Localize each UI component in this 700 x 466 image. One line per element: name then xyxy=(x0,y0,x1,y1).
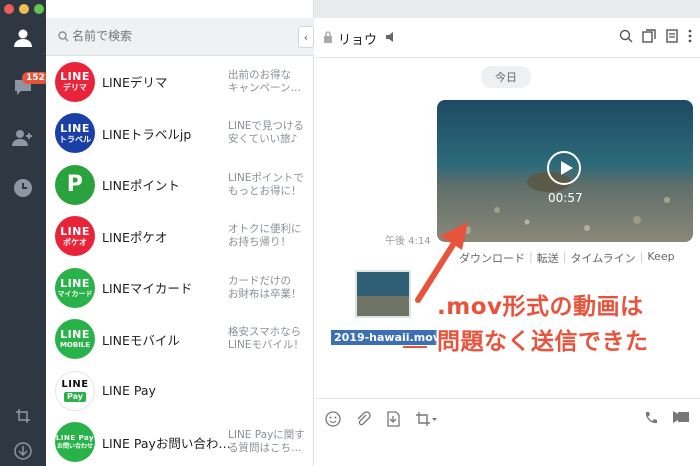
note-icon[interactable] xyxy=(665,29,679,43)
video-call-icon[interactable] xyxy=(672,411,690,423)
keep-link[interactable]: Keep xyxy=(647,250,674,266)
chat-name: LINEモバイル xyxy=(102,332,180,348)
add-friend-tab[interactable] xyxy=(0,128,46,148)
avatar: P xyxy=(55,164,95,205)
chat-snippet: オトクに便利に お持ち帰り！ xyxy=(228,223,302,249)
chat-name: LINEトラベルjp xyxy=(102,126,192,142)
file-name-label: 2019-hawaii.mov xyxy=(331,330,443,345)
download-button[interactable] xyxy=(0,442,46,460)
video-message[interactable]: 00:57 xyxy=(437,100,693,242)
avatar: LINE ポケオ xyxy=(55,216,95,257)
video-actions: ダウンロード | 転送 | タイムライン | Keep xyxy=(459,250,675,266)
avatar: LINE マイカード xyxy=(55,267,95,308)
chat-name: LINEポイント xyxy=(102,178,180,194)
close-window-button[interactable] xyxy=(4,4,14,14)
chat-item[interactable]: P LINEポイント LINEポイントで もっとお得に！ xyxy=(46,159,314,211)
file-preview xyxy=(357,272,409,316)
search-input[interactable] xyxy=(72,29,302,43)
chat-name: LINEマイカード xyxy=(102,281,193,297)
search-bar xyxy=(46,18,314,56)
avatar: LINE デリマ xyxy=(55,61,95,102)
chat-name: LINE Pay xyxy=(102,383,156,399)
message-area: 今日 00:57 午後 4:14 ダウンロード | 転送 | タイムライン | … xyxy=(315,58,700,398)
search-icon xyxy=(58,31,69,42)
menu-icon[interactable] xyxy=(688,29,692,43)
emoji-icon[interactable] xyxy=(325,411,341,427)
chat-item[interactable]: LINE トラベル LINEトラベルjp LINEで見つける 安くていい旅♪ xyxy=(46,108,314,160)
window-controls xyxy=(4,4,44,14)
chat-snippet: LINEで見つける 安くていい旅♪ xyxy=(228,120,304,146)
album-icon[interactable] xyxy=(642,29,656,43)
chat-item[interactable]: LINE Pay お問い合わせ LINE Payお問い合わ… LINE Payに… xyxy=(46,417,314,466)
chat-list: LINE デリマ LINEデリマ 出前のお得な キャンペーン… LINE トラベ… xyxy=(46,56,314,466)
timeline-link[interactable]: タイムライン xyxy=(570,250,635,266)
chat-name: LINE Payお問い合わ… xyxy=(102,435,231,451)
avatar: LINE トラベル xyxy=(55,113,95,154)
chat-item[interactable]: LINE デリマ LINEデリマ 出前のお得な キャンペーン… xyxy=(46,56,314,108)
chat-item[interactable]: LINE ポケオ LINEポケオ オトクに便利に お持ち帰り！ xyxy=(46,211,314,263)
unread-badge: 152 xyxy=(22,72,49,84)
play-button[interactable] xyxy=(547,151,581,185)
chat-snippet: LINE Payに関す る質問はこち… xyxy=(228,429,305,455)
input-tools xyxy=(325,411,437,427)
call-tools xyxy=(644,411,690,425)
collapse-list-button[interactable]: ‹ xyxy=(298,26,314,48)
speaker-icon[interactable] xyxy=(385,31,397,43)
file-thumbnail[interactable] xyxy=(355,270,411,318)
avatar: LINE Pay お問い合わせ xyxy=(55,422,95,463)
download-circle-icon xyxy=(14,442,32,460)
chat-item[interactable]: LINE MOBILE LINEモバイル 格安スマホなら LINEモバイル！ xyxy=(46,314,314,366)
screenshot-button[interactable] xyxy=(0,408,46,424)
chat-item[interactable]: LINE Pay LINE Pay xyxy=(46,365,314,417)
chat-item[interactable]: LINE マイカード LINEマイカード カードだけの お財布は卒業！ xyxy=(46,262,314,314)
chat-title: リョウ xyxy=(338,33,378,48)
chat-snippet: カードだけの お財布は卒業！ xyxy=(228,274,302,300)
chat-header: リョウ xyxy=(315,18,700,58)
friends-tab[interactable] xyxy=(0,28,46,48)
navigation-rail: 152 xyxy=(0,0,49,466)
chat-name: LINEポケオ xyxy=(102,229,168,245)
chat-name: LINEデリマ xyxy=(102,75,168,91)
attachment-icon[interactable] xyxy=(355,411,371,427)
message-input-bar xyxy=(315,398,700,466)
download-icon[interactable] xyxy=(385,411,401,427)
forward-link[interactable]: 転送 xyxy=(537,250,559,266)
header-actions xyxy=(619,29,692,43)
chat-snippet: 格安スマホなら LINEモバイル！ xyxy=(228,326,304,352)
avatar: LINE MOBILE xyxy=(55,319,95,360)
minimize-window-button[interactable] xyxy=(19,4,29,14)
annotation-callout: .mov形式の動画は 問題なく送信できた xyxy=(437,294,649,355)
person-icon xyxy=(14,29,32,47)
date-divider: 今日 xyxy=(481,66,531,88)
file-highlight-line xyxy=(403,346,427,348)
search-icon[interactable] xyxy=(619,29,633,43)
zoom-window-button[interactable] xyxy=(34,4,44,14)
chat-snippet: 出前のお得な キャンペーン… xyxy=(228,68,301,94)
timeline-tab[interactable] xyxy=(0,178,46,198)
lock-icon xyxy=(324,31,332,43)
phone-icon[interactable] xyxy=(644,411,658,425)
chevron-left-icon: ‹ xyxy=(303,30,309,44)
clock-icon xyxy=(14,179,32,197)
chat-snippet: LINEポイントで もっとお得に！ xyxy=(228,171,304,197)
video-duration: 00:57 xyxy=(548,191,583,205)
add-person-icon xyxy=(12,130,32,146)
crop-icon xyxy=(16,409,30,423)
crop-icon[interactable] xyxy=(415,411,437,427)
avatar: LINE Pay xyxy=(55,370,95,411)
